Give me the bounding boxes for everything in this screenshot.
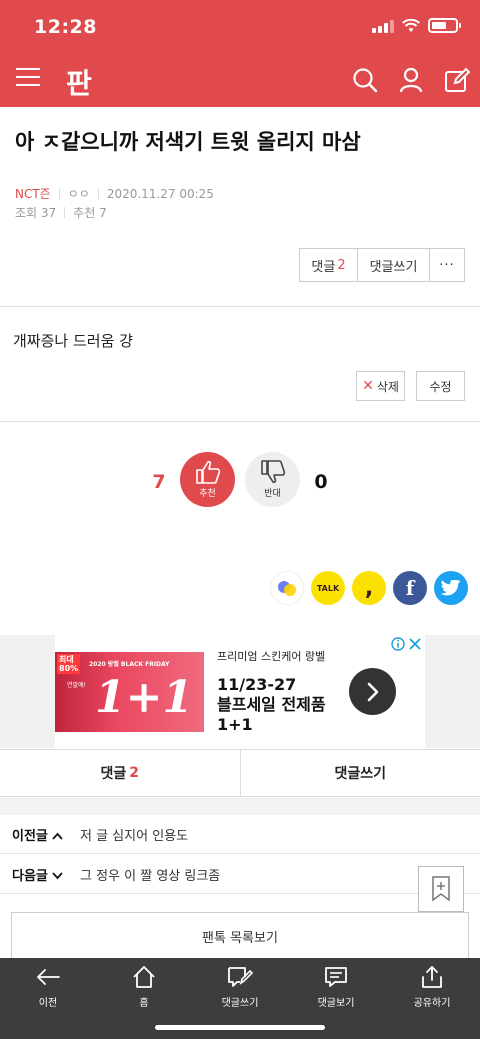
facebook-icon: f — [405, 576, 415, 600]
oppose-total: 0 — [314, 471, 328, 493]
home-icon — [133, 966, 155, 988]
status-time: 12:28 — [34, 16, 97, 38]
close-icon: ✕ — [362, 378, 374, 394]
post-list-button[interactable]: 팬톡 목록보기 — [11, 912, 469, 960]
ad-discount-badge: 최대 80% — [57, 654, 81, 674]
comments-count: 2 — [337, 257, 346, 273]
comment-tabs: 댓글 2 댓글쓰기 — [0, 749, 480, 797]
share-link-button[interactable] — [270, 571, 304, 605]
comments-tab-count: 2 — [129, 765, 139, 781]
facebook-share-button[interactable]: f — [393, 571, 427, 605]
share-nav-button[interactable]: 공유하기 — [384, 964, 480, 1014]
write-comment-icon — [228, 967, 253, 987]
next-post-title: 그 정우 이 짤 영상 링크좀 — [80, 868, 221, 884]
delete-button[interactable]: ✕ 삭제 — [356, 371, 405, 401]
app-header: 12:28 판 — [0, 0, 480, 107]
ad-banner-title: 2020 랑벨 BLACK FRIDAY — [89, 661, 170, 668]
bookmark-button[interactable] — [418, 866, 464, 912]
share-buttons: TALK , f — [270, 571, 468, 605]
ad-go-button[interactable] — [349, 668, 396, 715]
signal-icon — [372, 19, 394, 33]
thumbs-down-icon — [260, 460, 285, 484]
chevron-right-icon — [367, 682, 378, 701]
ad-controls — [391, 637, 421, 651]
prev-post-title: 저 글 심지어 인용도 — [80, 828, 189, 844]
oppose-button[interactable]: 반대 — [245, 452, 300, 507]
kakaotalk-share-button[interactable]: TALK — [311, 571, 345, 605]
post-author: ㅇㅇ — [67, 187, 90, 201]
ad-banner[interactable]: 최대 80% 2020 랑벨 BLACK FRIDAY 연말에! 1+1 프리미엄… — [55, 635, 425, 748]
ad-banner-area: 최대 80% 2020 랑벨 BLACK FRIDAY 연말에! 1+1 프리미엄… — [0, 635, 480, 748]
post-stats: 조회 37 추천 7 — [15, 204, 107, 221]
ad-close-icon[interactable] — [409, 638, 421, 650]
more-button[interactable]: ··· — [430, 249, 464, 281]
home-button[interactable]: 홈 — [96, 964, 192, 1014]
back-arrow-icon — [37, 969, 60, 985]
bookmark-add-icon — [432, 876, 450, 902]
user-icon — [399, 67, 423, 93]
comments-button[interactable]: 댓글 2 — [300, 249, 358, 281]
kakaotalk-icon: TALK — [316, 583, 340, 593]
ad-banner-big-text: 1+1 — [95, 672, 194, 723]
circles-share-icon — [278, 581, 296, 596]
view-comments-tab[interactable]: 댓글 2 — [0, 750, 241, 796]
next-post-label: 다음글 — [0, 865, 70, 884]
divider — [0, 306, 480, 307]
view-comment-icon — [325, 967, 347, 987]
bottom-toolbar: 이전 홈 댓글쓰기 댓글보기 공유하기 — [0, 958, 480, 1039]
write-post-button[interactable] — [434, 62, 480, 98]
search-icon — [353, 68, 378, 93]
kakaostory-share-button[interactable]: , — [352, 571, 386, 605]
ad-headline: 11/23-27 블프세일 전제품 1+1 — [217, 675, 326, 734]
recommend-total: 7 — [152, 471, 166, 493]
write-comment-tab[interactable]: 댓글쓰기 — [241, 750, 480, 796]
write-comment-button[interactable]: 댓글쓰기 — [358, 249, 430, 281]
home-indicator — [155, 1025, 325, 1030]
status-icons — [372, 18, 461, 33]
ad-subtitle: 프리미엄 스킨케어 랑벨 — [217, 650, 326, 663]
ad-info-icon[interactable] — [391, 637, 405, 651]
next-post-row[interactable]: 다음글 그 정우 이 짤 영상 링크좀 — [0, 855, 480, 894]
ad-image: 최대 80% 2020 랑벨 BLACK FRIDAY 연말에! 1+1 — [55, 652, 204, 732]
prev-post-row[interactable]: 이전글 저 글 심지어 인용도 — [0, 815, 480, 854]
kakaostory-icon: , — [364, 575, 374, 601]
edit-icon — [445, 67, 470, 92]
prev-post-label: 이전글 — [0, 825, 70, 844]
wifi-icon — [402, 18, 420, 32]
battery-icon — [428, 18, 461, 33]
divider — [0, 421, 480, 422]
twitter-icon — [441, 579, 461, 595]
write-comment-nav-button[interactable]: 댓글쓰기 — [192, 964, 288, 1014]
view-count: 조회 37 — [15, 206, 57, 220]
post-category[interactable]: NCT즌 — [15, 185, 51, 202]
chevron-up-icon — [52, 832, 64, 840]
search-button[interactable] — [342, 62, 388, 98]
back-button[interactable]: 이전 — [0, 964, 96, 1014]
chevron-down-icon — [52, 871, 64, 879]
top-button-group: 댓글 2 댓글쓰기 ··· — [299, 248, 465, 282]
recommend-button[interactable]: 추천 — [180, 452, 235, 507]
edit-button[interactable]: 수정 — [416, 371, 465, 401]
twitter-share-button[interactable] — [434, 571, 468, 605]
menu-button[interactable] — [16, 68, 40, 92]
post-meta: NCT즌 ㅇㅇ 2020.11.27 00:25 — [15, 185, 214, 202]
ad-banner-small-text: 연말에! — [67, 682, 86, 689]
view-comments-nav-button[interactable]: 댓글보기 — [288, 964, 384, 1014]
post-date: 2020.11.27 00:25 — [106, 186, 214, 201]
post-title: 아 ㅈ같으니까 저색기 트윗 올리지 마삼 — [15, 130, 361, 154]
thumbs-up-icon — [195, 460, 220, 484]
section-spacer — [0, 798, 480, 815]
user-button[interactable] — [388, 62, 434, 98]
post-body: 개짜증나 드러움 걍 — [13, 332, 133, 350]
share-icon — [422, 966, 442, 988]
recommend-count: 추천 7 — [73, 206, 107, 220]
pann-logo[interactable]: 판 — [66, 62, 92, 102]
